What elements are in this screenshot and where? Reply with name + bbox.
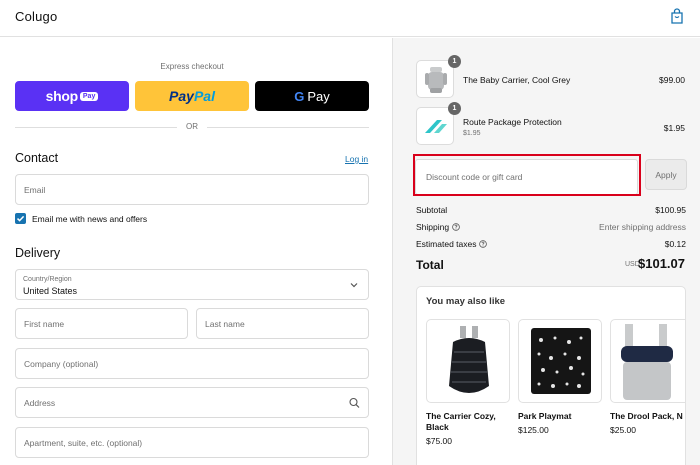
taxes-row: Estimated taxes $0.12 <box>416 239 686 249</box>
email-field[interactable]: Email <box>15 174 369 205</box>
newsletter-label: Email me with news and offers <box>32 214 148 224</box>
address-field[interactable]: Address <box>15 387 369 418</box>
search-icon <box>349 397 360 408</box>
shop-pay-pill: Pay <box>79 91 99 101</box>
upsell-panel: You may also like The Carrier Cozy, Blac… <box>416 286 686 465</box>
checkout-form: Express checkout shop Pay PayPal G Pay O… <box>0 38 392 465</box>
country-label: Country/Region <box>23 276 72 283</box>
discount-highlight-box <box>413 154 641 196</box>
taxes-value: $0.12 <box>664 239 686 249</box>
delivery-title: Delivery <box>15 246 61 260</box>
google-pay-wordmark: G Pay <box>294 88 330 104</box>
route-logo-icon <box>425 120 447 133</box>
shipping-value: Enter shipping address <box>599 222 686 232</box>
apartment-field[interactable]: Apartment, suite, etc. (optional) <box>15 427 369 458</box>
express-checkout-title: Express checkout <box>160 62 224 71</box>
item-price: $99.00 <box>659 75 685 85</box>
shop-pay-button[interactable]: shop Pay <box>15 81 129 111</box>
paypal-wordmark: PayPal <box>169 88 215 104</box>
google-pay-button[interactable]: G Pay <box>255 81 369 111</box>
total-value: $101.07 <box>638 256 685 271</box>
shop-pay-wordmark: shop <box>45 88 79 104</box>
item-price: $1.95 <box>663 123 685 133</box>
or-divider: OR <box>15 122 369 132</box>
baby-carrier-image <box>425 67 447 93</box>
paypal-button[interactable]: PayPal <box>135 81 249 111</box>
last-name-field[interactable]: Last name <box>196 308 369 339</box>
country-value: United States <box>23 286 78 296</box>
quantity-badge: 1 <box>448 102 461 115</box>
first-name-field[interactable]: First name <box>15 308 188 339</box>
park-playmat-image[interactable] <box>518 319 602 403</box>
company-field[interactable]: Company (optional) <box>15 348 369 379</box>
route-protection-thumbnail: 1 <box>416 102 461 145</box>
carrier-cozy-image[interactable] <box>426 319 510 403</box>
email-placeholder: Email <box>24 184 46 195</box>
subtotal-value: $100.95 <box>655 205 686 215</box>
item-name: Route Package Protection <box>463 117 562 127</box>
total-label: Total <box>416 258 444 272</box>
help-circle-icon[interactable] <box>479 240 488 248</box>
country-select[interactable]: Country/Region United States <box>15 269 369 300</box>
shopping-bag-icon[interactable] <box>670 8 684 24</box>
upsell-title: You may also like <box>426 296 506 307</box>
subtotal-row: Subtotal $100.95 <box>416 205 686 215</box>
brand-logo[interactable]: Colugo <box>15 9 57 24</box>
order-summary: 1 The Baby Carrier, Cool Grey $99.00 1 R… <box>392 38 700 465</box>
google-g-icon: G <box>294 88 305 104</box>
checkmark-icon <box>16 215 25 222</box>
log-in-link[interactable]: Log in <box>345 154 368 164</box>
drool-pack-image[interactable] <box>610 319 685 403</box>
checkout-header: Colugo <box>0 0 700 37</box>
help-circle-icon[interactable] <box>452 223 460 231</box>
shipping-row: Shipping Enter shipping address <box>416 222 686 232</box>
quantity-badge: 1 <box>448 55 461 68</box>
apply-discount-button[interactable]: Apply <box>645 159 687 190</box>
newsletter-checkbox[interactable] <box>15 213 26 224</box>
baby-carrier-thumbnail: 1 <box>416 55 461 98</box>
item-name: The Baby Carrier, Cool Grey <box>463 75 571 85</box>
contact-title: Contact <box>15 151 59 165</box>
chevron-down-icon <box>350 282 358 287</box>
item-subprice: $1.95 <box>463 130 481 137</box>
